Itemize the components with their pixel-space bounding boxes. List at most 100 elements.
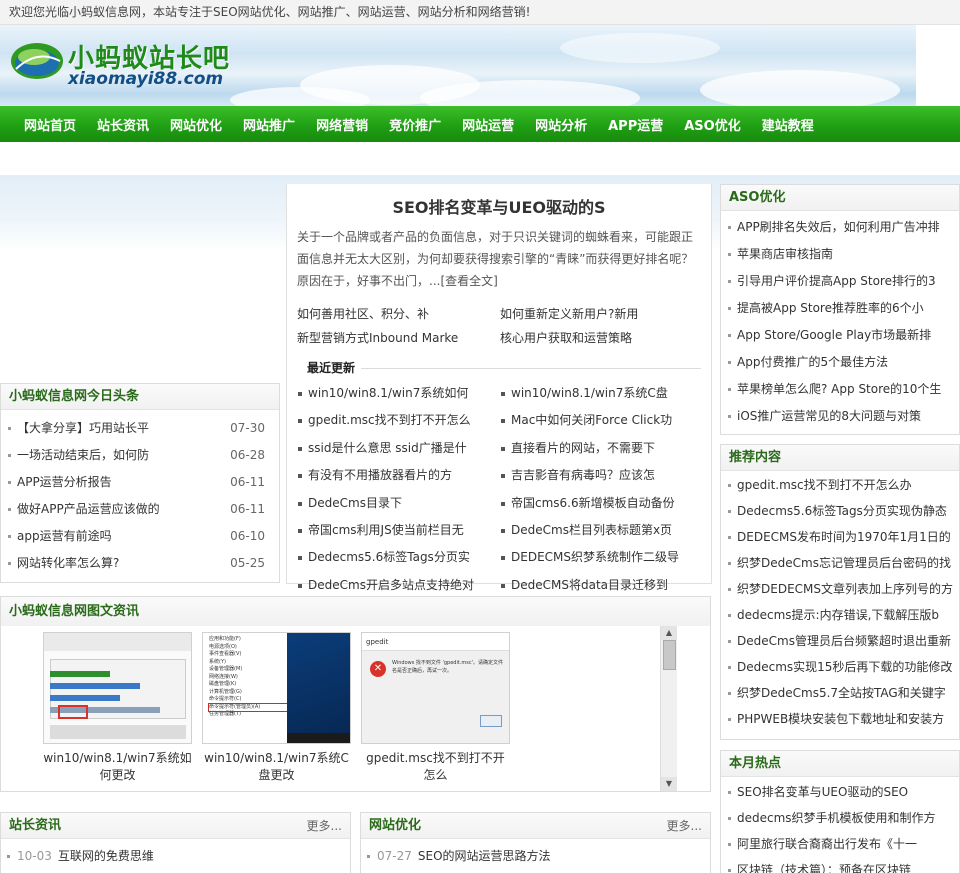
scroll-thumb[interactable] xyxy=(663,640,676,670)
list-item[interactable]: 织梦DedeCms忘记管理员后台密码的找 xyxy=(721,550,959,576)
list-item[interactable]: app运营有前途吗 06-10 xyxy=(1,523,279,550)
nav-item-news[interactable]: 站长资讯 xyxy=(85,115,158,134)
nav-item-tutorial[interactable]: 建站教程 xyxy=(750,115,823,134)
welcome-text: 欢迎您光临小蚂蚁信息网，本站专注于SEO网站优化、网站推广、网站运营、网站分析和… xyxy=(9,5,531,19)
nav-item-marketing[interactable]: 网络营销 xyxy=(304,115,377,134)
list-item[interactable]: 如何重新定义新用户?新用 xyxy=(500,302,703,326)
more-link[interactable]: 更多... xyxy=(667,813,702,839)
nav-item-seo[interactable]: 网站优化 xyxy=(158,115,231,134)
list-item[interactable]: 帝国cms利用JS使当前栏目无 xyxy=(297,517,500,544)
list-item[interactable]: 提高被App Store推荐胜率的6个小 xyxy=(721,295,959,322)
list-item[interactable]: 阿里旅行联合裔裔出行发布《十一 xyxy=(721,831,959,857)
list-item[interactable]: 有没有不用播放器看片的方 xyxy=(297,462,500,489)
more-link[interactable]: 更多... xyxy=(307,813,342,839)
redian-box: 本月热点 SEO排名变革与UEO驱动的SEO dedecms织梦手机模板使用和制… xyxy=(720,750,960,873)
list-item[interactable]: 做好APP产品运营应该做的 06-11 xyxy=(1,496,279,523)
sub-banner xyxy=(0,142,960,176)
gallery-caption[interactable]: win10/win8.1/win7系统如何更改 xyxy=(43,750,192,784)
list-item[interactable]: 【大拿分享】巧用站长平 07-30 xyxy=(1,415,279,442)
tuwen-title: 小蚂蚁信息网图文资讯 xyxy=(1,597,710,626)
nav-item-home[interactable]: 网站首页 xyxy=(12,115,85,134)
gallery-item[interactable]: 应用和功能(F) 电源选项(O) 事件查看器(V) 系统(Y) 设备管理器(M)… xyxy=(202,632,351,784)
header-right-strip xyxy=(916,25,960,106)
list-item[interactable]: APP运营分析报告 06-11 xyxy=(1,469,279,496)
list-item[interactable]: 帝国cms6.6新增模板自动备份 xyxy=(500,490,703,517)
nav-item-aso[interactable]: ASO优化 xyxy=(672,115,749,134)
list-item[interactable]: 核心用户获取和运营策略 xyxy=(500,326,703,350)
headline-title[interactable]: SEO排名变革与UEO驱动的S xyxy=(287,196,711,220)
nav-item-analysis[interactable]: 网站分析 xyxy=(523,115,596,134)
zhanzhang-title: 站长资讯 更多... xyxy=(1,813,350,839)
list-item[interactable]: win10/win8.1/win7系统C盘 xyxy=(500,380,703,407)
tuwen-header: 小蚂蚁信息网图文资讯 xyxy=(0,596,711,627)
nav-item-app[interactable]: APP运营 xyxy=(596,115,672,134)
nav-item-operation[interactable]: 网站运营 xyxy=(450,115,523,134)
thumbnail-image[interactable]: gpedit ✕ Windows 找不到文件 'gpedit.msc'。请确定文… xyxy=(361,632,510,744)
read-more-link[interactable]: [查看全文] xyxy=(440,274,497,288)
list-item[interactable]: DedeCms目录下 xyxy=(297,490,500,517)
error-icon: ✕ xyxy=(370,661,386,677)
redian-title: 本月热点 xyxy=(721,751,959,777)
list-item[interactable]: App Store/Google Play市场最新排 xyxy=(721,322,959,349)
headline-summary: 关于一个品牌或者产品的负面信息，对于只识关键词的蜘蛛看来，可能跟正面信息并无太大… xyxy=(297,230,694,288)
list-item[interactable]: 苹果商店审核指南 xyxy=(721,241,959,268)
list-item[interactable]: Mac中如何关闭Force Click功 xyxy=(500,407,703,434)
list-item[interactable]: PHPWEB模块安装包下载地址和安装方 xyxy=(721,706,959,732)
aso-box: ASO优化 APP刷排名失效后，如何利用广告冲排 苹果商店审核指南 引导用户评价… xyxy=(720,184,960,435)
zhanzhang-list: 10-03 互联网的免费思维 xyxy=(1,843,350,870)
list-item[interactable]: ssid是什么意思 ssid广播是什 xyxy=(297,435,500,462)
list-item[interactable]: 一场活动结束后，如何防 06-28 xyxy=(1,442,279,469)
gallery-item[interactable]: gpedit ✕ Windows 找不到文件 'gpedit.msc'。请确定文… xyxy=(361,632,510,784)
list-item[interactable]: DEDECMS织梦系统制作二级导 xyxy=(500,544,703,571)
leaf-logo-icon[interactable] xyxy=(10,39,64,81)
logo-en-text[interactable]: xiaomayi88.com xyxy=(68,69,223,89)
list-item[interactable]: SEO排名变革与UEO驱动的SEO xyxy=(721,779,959,805)
gallery-scrollbar[interactable]: ▲ ▼ xyxy=(660,626,677,791)
list-item[interactable]: Dedecms5.6标签Tags分页实现伪静态 xyxy=(721,498,959,524)
list-item[interactable]: 如何善用社区、积分、补 xyxy=(297,302,500,326)
main-nav: 网站首页 站长资讯 网站优化 网站推广 网络营销 竞价推广 网站运营 网站分析 … xyxy=(0,106,960,142)
list-item[interactable]: 织梦DEDECMS文章列表加上序列号的方 xyxy=(721,576,959,602)
youhua-box: 网站优化 更多... 07-27 SEO的网站运营思路方法 xyxy=(360,812,711,873)
gallery-caption[interactable]: win10/win8.1/win7系统C盘更改 xyxy=(202,750,351,784)
tuijian-title: 推荐内容 xyxy=(721,445,959,471)
list-item[interactable]: gpedit.msc找不到打不开怎么办 xyxy=(721,472,959,498)
recent-heading: 最近更新 xyxy=(297,358,701,378)
list-item[interactable]: win10/win8.1/win7系统如何 xyxy=(297,380,500,407)
nav-item-ppc[interactable]: 竞价推广 xyxy=(377,115,450,134)
list-item[interactable]: 10-03 互联网的免费思维 xyxy=(1,843,350,870)
list-item[interactable]: 引导用户评价提高App Store排行的3 xyxy=(721,268,959,295)
list-item[interactable]: dedecms提示:内存错误,下载解压版b xyxy=(721,602,959,628)
list-item[interactable]: dedecms织梦手机模板使用和制作方 xyxy=(721,805,959,831)
list-item[interactable]: 区块链（技术篇）：预备在区块链 xyxy=(721,857,959,873)
scroll-up-icon[interactable]: ▲ xyxy=(661,626,677,640)
list-item[interactable]: 网站转化率怎么算? 05-25 xyxy=(1,550,279,577)
list-item[interactable]: DedeCms栏目列表标题第x页 xyxy=(500,517,703,544)
list-item[interactable]: gpedit.msc找不到打不开怎么 xyxy=(297,407,500,434)
list-item[interactable]: 吉吉影音有病毒吗？应该怎 xyxy=(500,462,703,489)
gallery-item[interactable]: win10/win8.1/win7系统如何更改 xyxy=(43,632,192,784)
list-item[interactable]: 织梦DedeCms5.7全站按TAG和关键字 xyxy=(721,680,959,706)
list-item[interactable]: Dedecms实现15秒后再下载的功能修改 xyxy=(721,654,959,680)
list-item[interactable]: DedeCms管理员后台频繁超时退出重新 xyxy=(721,628,959,654)
aso-title: ASO优化 xyxy=(721,185,959,211)
center-column: SEO排名变革与UEO驱动的S 关于一个品牌或者产品的负面信息，对于只识关键词的… xyxy=(286,184,712,592)
nav-item-promotion[interactable]: 网站推广 xyxy=(231,115,304,134)
thumbnail-image[interactable] xyxy=(43,632,192,744)
toutiao-list: 【大拿分享】巧用站长平 07-30 一场活动结束后，如何防 06-28 APP运营分… xyxy=(1,415,279,577)
list-item[interactable]: Dedecms5.6标签Tags分页实 xyxy=(297,544,500,571)
gallery-caption[interactable]: gpedit.msc找不到打不开怎么 xyxy=(361,750,510,784)
list-item[interactable]: 直接看片的网站，不需要下 xyxy=(500,435,703,462)
tuijian-box: 推荐内容 gpedit.msc找不到打不开怎么办 Dedecms5.6标签Tag… xyxy=(720,444,960,740)
thumbnail-image[interactable]: 应用和功能(F) 电源选项(O) 事件查看器(V) 系统(Y) 设备管理器(M)… xyxy=(202,632,351,744)
list-item[interactable]: 07-27 SEO的网站运营思路方法 xyxy=(361,843,710,870)
scroll-down-icon[interactable]: ▼ xyxy=(661,777,677,791)
list-item[interactable]: 新型营销方式Inbound Marke xyxy=(297,326,500,350)
list-item[interactable]: APP刷排名失效后，如何利用广告冲排 xyxy=(721,214,959,241)
list-item[interactable]: iOS推广运营常见的8大问题与对策 xyxy=(721,403,959,430)
list-item[interactable]: DEDECMS发布时间为1970年1月1日的 xyxy=(721,524,959,550)
redian-list: SEO排名变革与UEO驱动的SEO dedecms织梦手机模板使用和制作方 阿里… xyxy=(721,779,959,873)
list-item[interactable]: App付费推广的5个最佳方法 xyxy=(721,349,959,376)
zhanzhang-box: 站长资讯 更多... 10-03 互联网的免费思维 xyxy=(0,812,351,873)
list-item[interactable]: 苹果榜单怎么爬? App Store的10个生 xyxy=(721,376,959,403)
